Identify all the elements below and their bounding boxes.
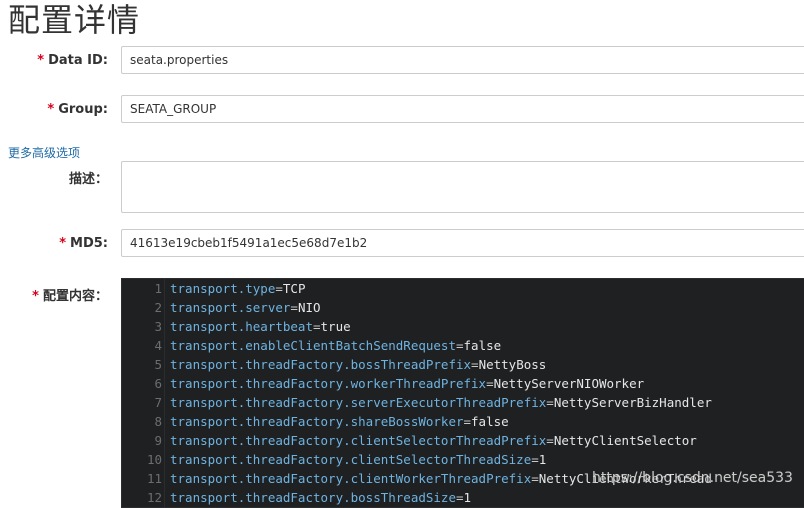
equals-sign: = bbox=[455, 490, 464, 505]
line-number: 11 bbox=[146, 471, 162, 486]
equals-sign: = bbox=[471, 357, 479, 372]
group-field[interactable] bbox=[121, 95, 804, 123]
required-mark: * bbox=[47, 102, 55, 117]
property-key: transport.type bbox=[170, 281, 276, 296]
code-line: 4 transport.enableClientBatchSendRequest=… bbox=[122, 336, 501, 355]
code-line: 6 transport.threadFactory.workerThreadPre… bbox=[122, 374, 644, 393]
property-value: NettyClientSelector bbox=[553, 433, 697, 448]
equals-sign: = bbox=[275, 281, 283, 296]
code-line: 7 transport.threadFactory.serverExecutorT… bbox=[122, 393, 712, 412]
code-line: 3 transport.heartbeat=true bbox=[122, 317, 351, 336]
code-line: 10 transport.threadFactory.clientSelector… bbox=[122, 450, 546, 469]
property-key: transport.threadFactory.clientSelectorTh… bbox=[170, 433, 547, 448]
line-number: 9 bbox=[154, 433, 162, 448]
property-value: false bbox=[463, 338, 502, 353]
code-line: 1 transport.type=TCP bbox=[122, 279, 305, 298]
code-line: 5 transport.threadFactory.bossThreadPrefi… bbox=[122, 355, 546, 374]
equals-sign: = bbox=[463, 414, 472, 429]
line-number: 10 bbox=[146, 452, 162, 467]
code-line: 9 transport.threadFactory.clientSelectorT… bbox=[122, 431, 697, 450]
group-label: * Group: bbox=[47, 102, 108, 117]
line-number: 12 bbox=[146, 490, 162, 505]
line-number: 2 bbox=[154, 300, 162, 315]
equals-sign: = bbox=[486, 376, 494, 391]
property-key: transport.threadFactory.serverExecutorTh… bbox=[170, 395, 547, 410]
property-value: NIO bbox=[297, 300, 321, 315]
md5-label: * MD5: bbox=[59, 236, 108, 251]
content-label: * 配置内容： bbox=[32, 289, 108, 304]
property-key: transport.threadFactory.shareBossWorker bbox=[170, 414, 464, 429]
code-line: 12 transport.threadFactory.bossThreadSize… bbox=[122, 488, 471, 507]
line-number: 4 bbox=[154, 338, 162, 353]
equals-sign: = bbox=[546, 395, 554, 410]
line-number: 8 bbox=[154, 414, 162, 429]
description-field[interactable] bbox=[121, 161, 804, 213]
property-key: transport.threadFactory.clientSelectorTh… bbox=[170, 452, 532, 467]
page-title: 配置详情 bbox=[8, 1, 141, 39]
property-key: transport.threadFactory.workerThreadPref… bbox=[170, 376, 487, 391]
required-mark: * bbox=[37, 53, 45, 68]
property-key: transport.threadFactory.bossThreadSize bbox=[170, 490, 456, 505]
property-key: transport.threadFactory.clientWorkerThre… bbox=[170, 471, 532, 486]
property-key: transport.server bbox=[170, 300, 291, 315]
description-label: 描述： bbox=[68, 172, 108, 187]
property-value: NettyServerNIOWorker bbox=[493, 376, 645, 391]
required-mark: * bbox=[59, 236, 67, 251]
property-key: transport.enableClientBatchSendRequest bbox=[170, 338, 456, 353]
property-value: true bbox=[320, 319, 351, 334]
property-value: 1 bbox=[463, 490, 472, 505]
equals-sign: = bbox=[455, 338, 464, 353]
code-line: 8 transport.threadFactory.shareBossWorker… bbox=[122, 412, 509, 431]
watermark-text: https://blog.csdn.net/sea533 bbox=[592, 470, 793, 486]
line-number: 1 bbox=[154, 281, 162, 296]
property-value: false bbox=[471, 414, 509, 429]
code-line: 2 transport.server=NIO bbox=[122, 298, 321, 317]
required-mark: * bbox=[32, 289, 39, 304]
line-number: 6 bbox=[154, 376, 162, 391]
data-id-label: * Data ID: bbox=[37, 53, 108, 68]
advanced-options-link[interactable]: 更多高级选项 bbox=[8, 144, 80, 161]
equals-sign: = bbox=[546, 433, 554, 448]
equals-sign: = bbox=[313, 319, 321, 334]
md5-field[interactable] bbox=[121, 229, 804, 257]
line-number: 3 bbox=[154, 319, 162, 334]
line-number: 5 bbox=[154, 357, 162, 372]
property-value: TCP bbox=[282, 281, 306, 296]
data-id-field[interactable] bbox=[121, 46, 804, 74]
equals-sign: = bbox=[290, 300, 298, 315]
equals-sign: = bbox=[531, 452, 539, 467]
property-value: 1 bbox=[538, 452, 547, 467]
property-value: NettyServerBizHandler bbox=[553, 395, 712, 410]
property-key: transport.threadFactory.bossThreadPrefix bbox=[170, 357, 472, 372]
property-key: transport.heartbeat bbox=[170, 319, 313, 334]
line-number: 7 bbox=[154, 395, 162, 410]
property-value: NettyBoss bbox=[478, 357, 547, 372]
equals-sign: = bbox=[531, 471, 539, 486]
